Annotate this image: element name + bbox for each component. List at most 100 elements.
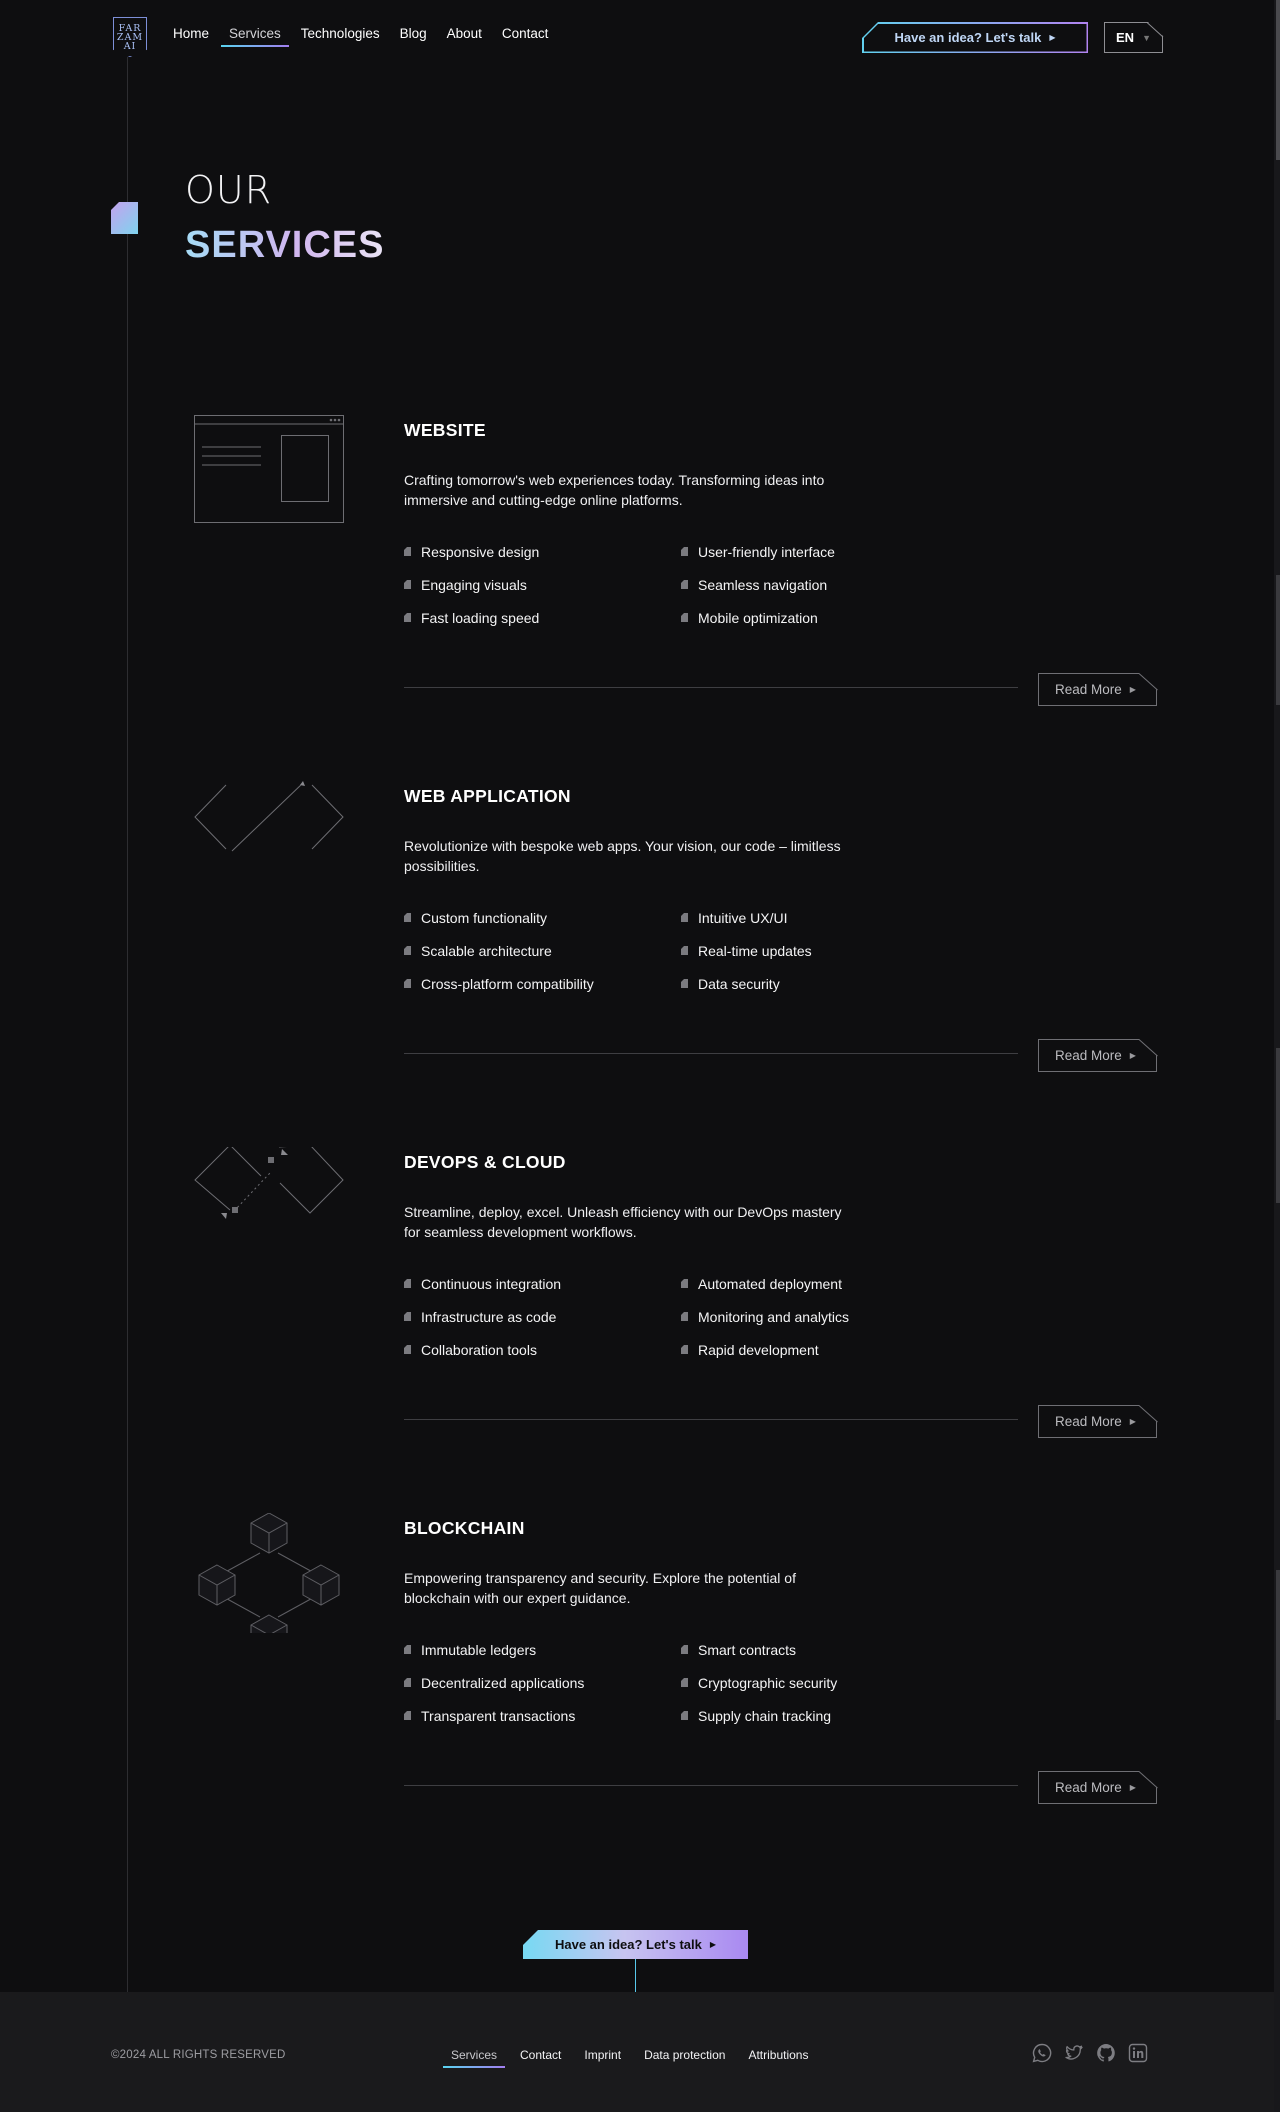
service-description: Revolutionize with bespoke web apps. You…: [404, 838, 841, 874]
bullet-icon: [404, 613, 411, 622]
header-cta-label: Have an idea? Let's talk: [894, 30, 1042, 45]
logo[interactable]: FAR ZAM AI: [113, 17, 147, 57]
service-title: BLOCKCHAIN: [404, 1518, 525, 1538]
bullet-icon: [681, 1711, 688, 1720]
linkedin-icon[interactable]: [1128, 2043, 1148, 2063]
feature-item: Smart contracts: [681, 1640, 958, 1659]
hero-title-line1: OUR: [185, 168, 273, 212]
bullet-icon: [404, 547, 411, 556]
chevron-right-icon: ▶: [709, 1940, 717, 1949]
feature-list: Continuous integration Automated deploym…: [404, 1274, 964, 1359]
feature-item: Mobile optimization: [681, 608, 958, 627]
feature-item: Continuous integration: [404, 1274, 681, 1293]
browser-window-icon: [194, 415, 344, 523]
cta-connector-line: [635, 1959, 636, 1992]
nav-blog[interactable]: Blog: [400, 26, 427, 47]
footer-link-services[interactable]: Services: [442, 2048, 506, 2068]
hero-title-line2: SERVICES: [185, 224, 385, 266]
feature-item: Supply chain tracking: [681, 1706, 958, 1725]
bullet-icon: [681, 1345, 688, 1354]
feature-item: Responsive design: [404, 542, 681, 561]
header-cta-button[interactable]: Have an idea? Let's talk ▶: [862, 22, 1088, 53]
copyright: ©2024 ALL RIGHTS RESERVED: [111, 2049, 286, 2061]
feature-item: Automated deployment: [681, 1274, 958, 1293]
scrollbar-thumb[interactable]: [1276, 0, 1280, 160]
read-more-label: Read More: [1055, 1048, 1122, 1063]
footer-link-attributions[interactable]: Attributions: [748, 2048, 808, 2068]
feature-list: Custom functionality Intuitive UX/UI Sca…: [404, 908, 964, 993]
feature-item: Rapid development: [681, 1340, 958, 1359]
feature-list: Immutable ledgers Smart contracts Decent…: [404, 1640, 964, 1725]
feature-item: Fast loading speed: [404, 608, 681, 627]
bullet-icon: [404, 1279, 411, 1288]
whatsapp-icon[interactable]: [1032, 2043, 1052, 2063]
nav-about[interactable]: About: [447, 26, 482, 47]
footer: ©2024 ALL RIGHTS RESERVED Services Conta…: [0, 1992, 1274, 2112]
bullet-icon: [404, 580, 411, 589]
bullet-icon: [681, 913, 688, 922]
feature-item: User-friendly interface: [681, 542, 958, 561]
service-devops-cloud: DEVOPS & CLOUD Streamline, deploy, excel…: [0, 1147, 1280, 1487]
feature-item: Intuitive UX/UI: [681, 908, 958, 927]
service-web-application: WEB APPLICATION Revolutionize with bespo…: [0, 781, 1280, 1121]
read-more-corner: [1138, 673, 1158, 691]
bullet-icon: [681, 580, 688, 589]
bullet-icon: [681, 1678, 688, 1687]
bullet-icon: [681, 1279, 688, 1288]
nav-home[interactable]: Home: [173, 26, 209, 47]
feature-item: Seamless navigation: [681, 575, 958, 594]
footer-link-data-protection[interactable]: Data protection: [644, 2048, 725, 2068]
bullet-icon: [681, 547, 688, 556]
feature-item: Infrastructure as code: [404, 1307, 681, 1326]
read-more-label: Read More: [1055, 682, 1122, 697]
twitter-icon[interactable]: [1064, 2043, 1084, 2063]
footer-link-imprint[interactable]: Imprint: [584, 2048, 621, 2068]
service-description: Empowering transparency and security. Ex…: [404, 1570, 796, 1606]
bullet-icon: [404, 1678, 411, 1687]
read-more-corner: [1138, 1405, 1158, 1423]
nav-contact[interactable]: Contact: [502, 26, 549, 47]
infinity-loop-icon: [194, 1147, 344, 1219]
feature-item: Immutable ledgers: [404, 1640, 681, 1659]
feature-list: Responsive design User-friendly interfac…: [404, 542, 964, 627]
github-icon[interactable]: [1096, 2043, 1116, 2063]
bottom-cta-button[interactable]: Have an idea? Let's talk ▶: [523, 1930, 748, 1959]
chevron-right-icon: ▶: [1129, 1051, 1136, 1060]
bullet-icon: [404, 913, 411, 922]
bullet-icon: [681, 613, 688, 622]
divider: [404, 1419, 1018, 1420]
chevron-right-icon: ▶: [1129, 1417, 1136, 1426]
divider: [404, 1785, 1018, 1786]
bullet-icon: [404, 1345, 411, 1354]
nav-technologies[interactable]: Technologies: [301, 26, 380, 47]
logo-line-3: AI: [123, 40, 137, 52]
bullet-icon: [681, 946, 688, 955]
service-description: Crafting tomorrow's web experiences toda…: [404, 472, 825, 508]
feature-item: Scalable architecture: [404, 941, 681, 960]
read-more-corner: [1138, 1039, 1158, 1057]
language-corner: [1147, 22, 1164, 38]
read-more-corner: [1138, 1771, 1158, 1789]
divider: [404, 1053, 1018, 1054]
feature-item: Data security: [681, 974, 958, 993]
social-links: [1032, 2043, 1148, 2063]
feature-item: Engaging visuals: [404, 575, 681, 594]
footer-link-contact[interactable]: Contact: [520, 2048, 561, 2068]
read-more-label: Read More: [1055, 1414, 1122, 1429]
chevron-right-icon: ▶: [1129, 1783, 1136, 1792]
bullet-icon: [681, 979, 688, 988]
service-description: Streamline, deploy, excel. Unleash effic…: [404, 1204, 842, 1240]
bullet-icon: [404, 1645, 411, 1654]
feature-item: Decentralized applications: [404, 1673, 681, 1692]
service-blockchain: BLOCKCHAIN Empowering transparency and s…: [0, 1513, 1280, 1853]
blockchain-cubes-icon: [198, 1513, 340, 1633]
feature-item: Monitoring and analytics: [681, 1307, 958, 1326]
nav-services[interactable]: Services: [221, 26, 289, 47]
feature-item: Cryptographic security: [681, 1673, 958, 1692]
bullet-icon: [404, 946, 411, 955]
feature-item: Cross-platform compatibility: [404, 974, 681, 993]
code-brackets-icon: [194, 781, 344, 852]
bullet-icon: [681, 1645, 688, 1654]
language-label: EN: [1116, 30, 1135, 45]
feature-item: Custom functionality: [404, 908, 681, 927]
